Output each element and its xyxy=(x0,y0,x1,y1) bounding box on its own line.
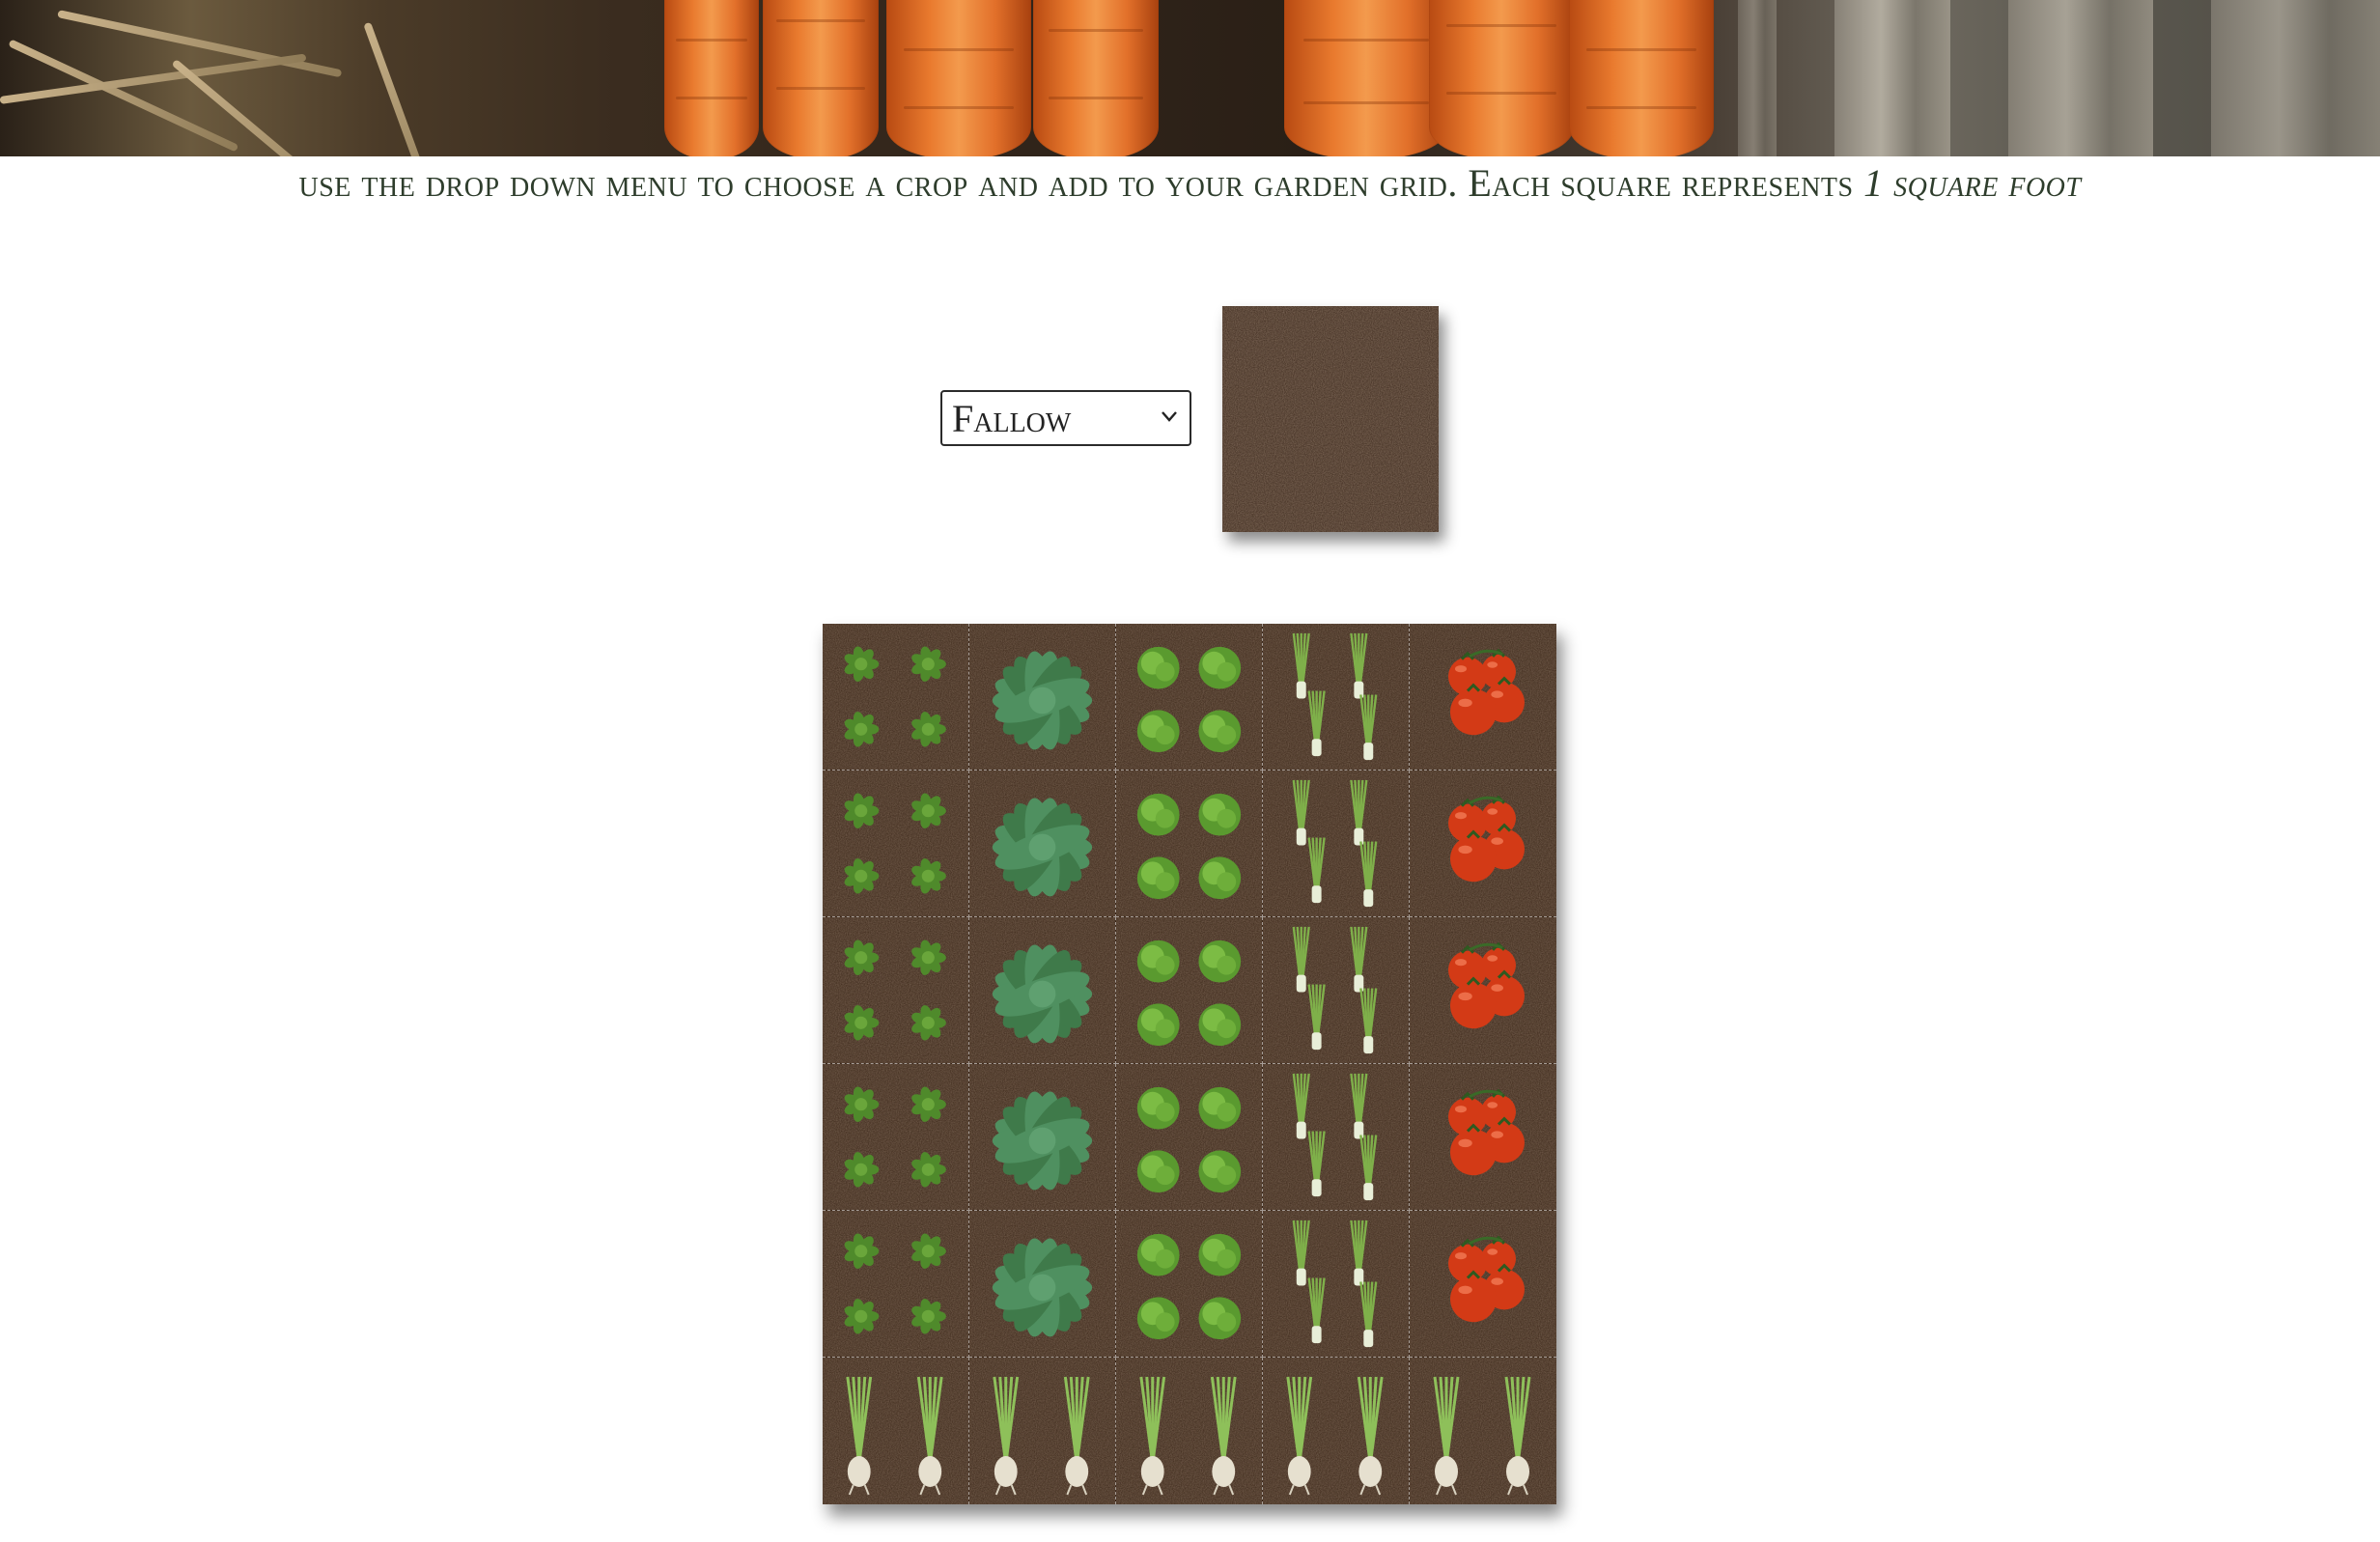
instructions-main: use the drop down menu to choose a crop … xyxy=(298,161,1864,205)
kale-icon xyxy=(969,771,1115,916)
tomato-icon xyxy=(1410,917,1556,1063)
onion-icon xyxy=(969,1358,1115,1504)
grid-cell-onion[interactable] xyxy=(969,1358,1116,1504)
grid-cell-kale[interactable] xyxy=(969,771,1116,917)
kale-icon xyxy=(969,1064,1115,1210)
lettuce-icon xyxy=(1116,624,1262,770)
crop-dropdown[interactable]: Fallow xyxy=(940,390,1191,446)
kale-icon xyxy=(969,624,1115,770)
grid-cell-greens[interactable] xyxy=(823,1211,969,1358)
chives-icon xyxy=(1263,624,1409,770)
grid-cell-lettuce[interactable] xyxy=(1116,1064,1263,1211)
crop-preview-swatch[interactable] xyxy=(1222,306,1439,532)
lettuce-icon xyxy=(1116,771,1262,916)
chevron-down-icon xyxy=(1162,411,1177,422)
tomato-icon xyxy=(1410,1211,1556,1357)
lettuce-icon xyxy=(1116,917,1262,1063)
chives-icon xyxy=(1263,1064,1409,1210)
kale-icon xyxy=(969,1211,1115,1357)
instructions-emphasis: 1 square foot xyxy=(1863,161,2082,205)
onion-icon xyxy=(1116,1358,1262,1504)
grid-cell-chives[interactable] xyxy=(1263,917,1410,1064)
grid-cell-lettuce[interactable] xyxy=(1116,1211,1263,1358)
greens-icon xyxy=(823,1064,968,1210)
grid-cell-kale[interactable] xyxy=(969,1064,1116,1211)
grid-cell-onion[interactable] xyxy=(1116,1358,1263,1504)
grid-cell-tomato[interactable] xyxy=(1410,1211,1556,1358)
onion-icon xyxy=(1410,1358,1556,1504)
chives-icon xyxy=(1263,771,1409,916)
onion-icon xyxy=(1263,1358,1409,1504)
greens-icon xyxy=(823,624,968,770)
grid-cell-lettuce[interactable] xyxy=(1116,771,1263,917)
crop-dropdown-value: Fallow xyxy=(952,396,1072,440)
grid-cell-greens[interactable] xyxy=(823,624,969,771)
greens-icon xyxy=(823,1211,968,1357)
grid-cell-greens[interactable] xyxy=(823,1064,969,1211)
grid-cell-chives[interactable] xyxy=(1263,1211,1410,1358)
tomato-icon xyxy=(1410,771,1556,916)
soil-icon xyxy=(1222,306,1439,532)
grid-cell-lettuce[interactable] xyxy=(1116,624,1263,771)
grid-cell-tomato[interactable] xyxy=(1410,624,1556,771)
chives-icon xyxy=(1263,917,1409,1063)
tomato-icon xyxy=(1410,624,1556,770)
greens-icon xyxy=(823,917,968,1063)
chives-icon xyxy=(1263,1211,1409,1357)
grid-cell-tomato[interactable] xyxy=(1410,771,1556,917)
lettuce-icon xyxy=(1116,1211,1262,1357)
tomato-icon xyxy=(1410,1064,1556,1210)
grid-cell-tomato[interactable] xyxy=(1410,1064,1556,1211)
grid-cell-greens[interactable] xyxy=(823,917,969,1064)
greens-icon xyxy=(823,771,968,916)
grid-cell-chives[interactable] xyxy=(1263,624,1410,771)
instructions-text: use the drop down menu to choose a crop … xyxy=(0,160,2380,206)
header-banner-carrots xyxy=(0,0,2380,156)
onion-icon xyxy=(823,1358,968,1504)
grid-cell-kale[interactable] xyxy=(969,1211,1116,1358)
grid-cell-chives[interactable] xyxy=(1263,771,1410,917)
kale-icon xyxy=(969,917,1115,1063)
grid-cell-greens[interactable] xyxy=(823,771,969,917)
garden-grid xyxy=(823,624,1556,1504)
grid-cell-onion[interactable] xyxy=(1263,1358,1410,1504)
grid-cell-onion[interactable] xyxy=(823,1358,969,1504)
grid-cell-kale[interactable] xyxy=(969,624,1116,771)
grid-cell-lettuce[interactable] xyxy=(1116,917,1263,1064)
grid-cell-tomato[interactable] xyxy=(1410,917,1556,1064)
grid-cell-chives[interactable] xyxy=(1263,1064,1410,1211)
lettuce-icon xyxy=(1116,1064,1262,1210)
grid-cell-onion[interactable] xyxy=(1410,1358,1556,1504)
grid-cell-kale[interactable] xyxy=(969,917,1116,1064)
